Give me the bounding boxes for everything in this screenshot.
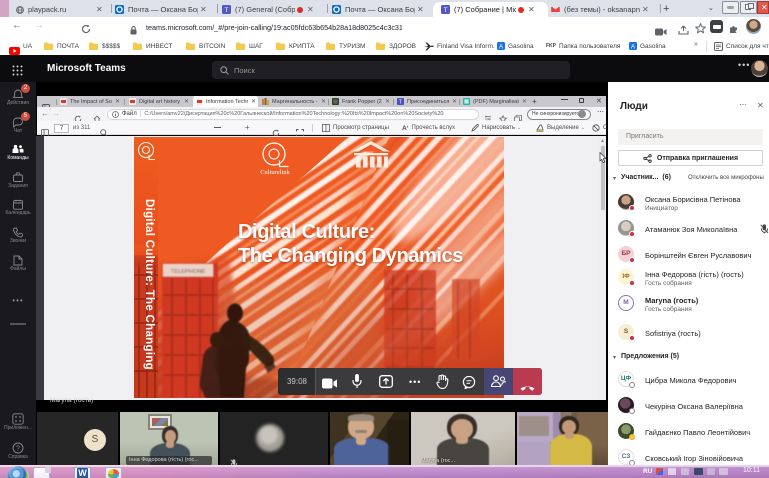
svg-text:T: T [399,100,402,106]
svg-text:A: A [631,44,635,50]
svg-text:Culturelink: Culturelink [260,169,290,176]
svg-text:A: A [499,44,503,50]
svg-text:T: T [444,7,448,14]
svg-text:T: T [225,7,229,14]
svg-text:?: ? [16,446,20,453]
